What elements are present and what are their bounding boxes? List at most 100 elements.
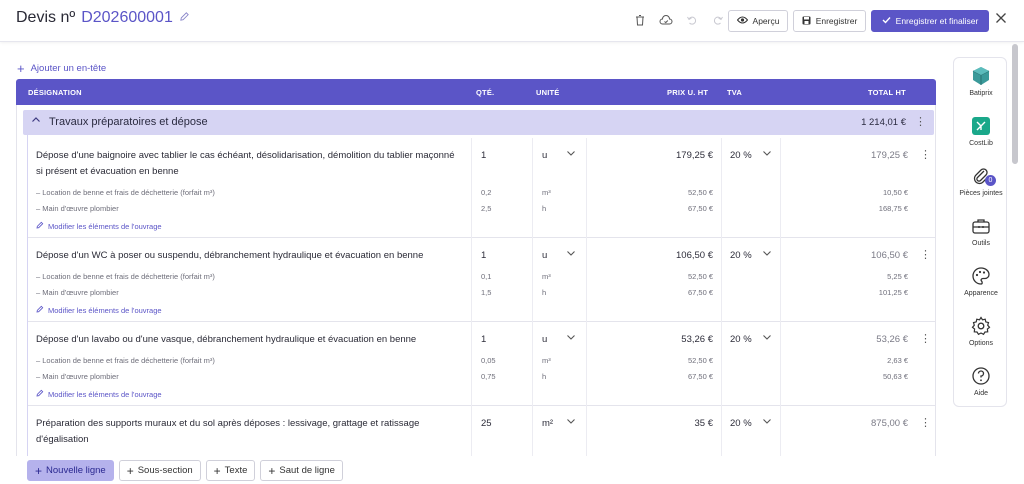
- plus-icon: +: [126, 463, 134, 478]
- sidebar-label: Batiprix: [969, 90, 993, 97]
- trash-icon[interactable]: [632, 12, 648, 28]
- bottom-actions: + Nouvelle ligne + Sous-section + Texte …: [27, 460, 343, 481]
- sidebar-item-batiprix[interactable]: Batiprix: [954, 66, 1008, 97]
- item-description[interactable]: Préparation des supports muraux et du so…: [36, 416, 456, 448]
- item-unit-price[interactable]: 179,25 €: [588, 150, 713, 161]
- new-line-button[interactable]: + Nouvelle ligne: [27, 460, 114, 481]
- item-unit-price[interactable]: 106,50 €: [588, 250, 713, 261]
- pencil-icon: [36, 305, 44, 315]
- sub-label: – Location de benne et frais de déchette…: [36, 272, 215, 281]
- page-break-button[interactable]: + Saut de ligne: [260, 460, 343, 481]
- chevron-down-icon[interactable]: [566, 416, 576, 429]
- chevron-down-icon[interactable]: [566, 148, 576, 161]
- plus-icon: +: [17, 61, 25, 76]
- table-row[interactable]: Dépose d'une baignoire avec tablier le c…: [28, 138, 935, 238]
- sidebar-label: Pièces jointes: [959, 190, 1003, 197]
- chevron-down-icon[interactable]: [566, 248, 576, 261]
- section-row[interactable]: Travaux préparatoires et dépose 1 214,01…: [23, 110, 934, 135]
- sidebar-item-costlib[interactable]: CostLib: [954, 116, 1008, 147]
- sub-qty: 1,5: [481, 288, 492, 297]
- sub-price: 67,50 €: [687, 288, 713, 297]
- sub-unit: h: [542, 204, 547, 213]
- chevron-down-icon[interactable]: [762, 148, 772, 161]
- palette-icon: [971, 266, 991, 286]
- item-unit[interactable]: m²: [542, 418, 553, 429]
- item-qty[interactable]: 1: [481, 334, 486, 345]
- kebab-menu-icon[interactable]: ⋮: [920, 248, 931, 261]
- preview-label: Aperçu: [752, 16, 780, 26]
- page-break-label: Saut de ligne: [279, 465, 335, 476]
- save-button[interactable]: Enregistrer: [793, 10, 866, 32]
- item-description[interactable]: Dépose d'un lavabo ou d'une vasque, débr…: [36, 332, 456, 348]
- item-tva[interactable]: 20 %: [730, 418, 752, 429]
- sub-price: 52,50 €: [687, 188, 713, 197]
- col-designation: DÉSIGNATION: [28, 88, 82, 97]
- text-button[interactable]: + Texte: [205, 460, 256, 481]
- sidebar-label: Apparence: [964, 290, 998, 297]
- item-qty[interactable]: 1: [481, 250, 486, 261]
- item-unit[interactable]: u: [542, 150, 547, 161]
- chevron-down-icon[interactable]: [762, 248, 772, 261]
- quote-number[interactable]: D202600001: [81, 9, 173, 27]
- gear-icon: [971, 316, 991, 336]
- col-qty: QTÉ.: [476, 88, 495, 97]
- quote-title: Devis nº D202600001: [16, 9, 190, 27]
- redo-icon[interactable]: [710, 12, 726, 28]
- item-description[interactable]: Dépose d'un WC à poser ou suspendu, débr…: [36, 248, 456, 264]
- sub-total: 5,25 €: [887, 272, 908, 281]
- kebab-menu-icon[interactable]: ⋮: [915, 115, 926, 128]
- preview-button[interactable]: Aperçu: [728, 10, 788, 32]
- sidebar-item-help[interactable]: Aide: [954, 366, 1008, 397]
- chevron-up-icon[interactable]: [31, 115, 41, 128]
- item-tva[interactable]: 20 %: [730, 250, 752, 261]
- top-bar: Devis nº D202600001 Aperçu Enregistrer E…: [0, 0, 1024, 42]
- item-tva[interactable]: 20 %: [730, 150, 752, 161]
- item-unit-price[interactable]: 35 €: [588, 418, 714, 429]
- sidebar-item-appearance[interactable]: Apparence: [954, 266, 1008, 297]
- modify-label: Modifier les éléments de l'ouvrage: [48, 389, 162, 399]
- scrollbar-thumb[interactable]: [1012, 44, 1018, 164]
- table-row[interactable]: Préparation des supports muraux et du so…: [28, 406, 935, 456]
- sub-line: – Location de benne et frais de déchette…: [36, 356, 926, 368]
- kebab-menu-icon[interactable]: ⋮: [920, 416, 931, 429]
- sidebar-item-tools[interactable]: Outils: [954, 216, 1008, 247]
- undo-icon[interactable]: [684, 12, 700, 28]
- item-qty[interactable]: 1: [481, 150, 486, 161]
- section-total: 1 214,01 €: [861, 117, 906, 128]
- sub-price: 67,50 €: [687, 372, 713, 381]
- sub-section-button[interactable]: + Sous-section: [118, 460, 201, 481]
- item-unit[interactable]: u: [542, 334, 547, 345]
- item-total: 53,26 €: [876, 334, 908, 345]
- table-row[interactable]: Dépose d'un WC à poser ou suspendu, débr…: [28, 238, 935, 322]
- sidebar-item-options[interactable]: Options: [954, 316, 1008, 347]
- modify-elements-link[interactable]: Modifier les éléments de l'ouvrage: [36, 221, 162, 231]
- edit-pencil-icon[interactable]: [179, 11, 190, 25]
- col-total: TOTAL HT: [868, 88, 906, 97]
- table-header: DÉSIGNATION QTÉ. UNITÉ PRIX U. HT TVA TO…: [16, 79, 936, 105]
- sidebar-label: Outils: [972, 240, 990, 247]
- chevron-down-icon[interactable]: [762, 416, 772, 429]
- kebab-menu-icon[interactable]: ⋮: [920, 332, 931, 345]
- kebab-menu-icon[interactable]: ⋮: [920, 148, 931, 161]
- col-unit-price: PRIX U. HT: [667, 88, 709, 97]
- close-icon[interactable]: [995, 11, 1007, 29]
- help-icon: [971, 366, 991, 386]
- chevron-down-icon[interactable]: [762, 332, 772, 345]
- modify-elements-link[interactable]: Modifier les éléments de l'ouvrage: [36, 305, 162, 315]
- cloud-sync-icon[interactable]: [658, 12, 674, 28]
- sub-label: – Main d'œuvre plombier: [36, 372, 119, 381]
- section-title[interactable]: Travaux préparatoires et dépose: [49, 116, 208, 128]
- table-row[interactable]: Dépose d'un lavabo ou d'une vasque, débr…: [28, 322, 935, 406]
- item-qty[interactable]: 25: [481, 418, 492, 429]
- save-and-finalize-button[interactable]: Enregistrer et finaliser: [871, 10, 989, 32]
- item-description[interactable]: Dépose d'une baignoire avec tablier le c…: [36, 148, 456, 180]
- sidebar-item-attachments[interactable]: 0 Pièces jointes: [954, 166, 1008, 197]
- chevron-down-icon[interactable]: [566, 332, 576, 345]
- add-header-link[interactable]: + Ajouter un en-tête: [17, 61, 106, 76]
- modify-elements-link[interactable]: Modifier les éléments de l'ouvrage: [36, 389, 162, 399]
- item-tva[interactable]: 20 %: [730, 334, 752, 345]
- item-total: 106,50 €: [871, 250, 908, 261]
- item-unit-price[interactable]: 53,26 €: [588, 334, 713, 345]
- sub-total: 10,50 €: [882, 188, 908, 197]
- item-unit[interactable]: u: [542, 250, 547, 261]
